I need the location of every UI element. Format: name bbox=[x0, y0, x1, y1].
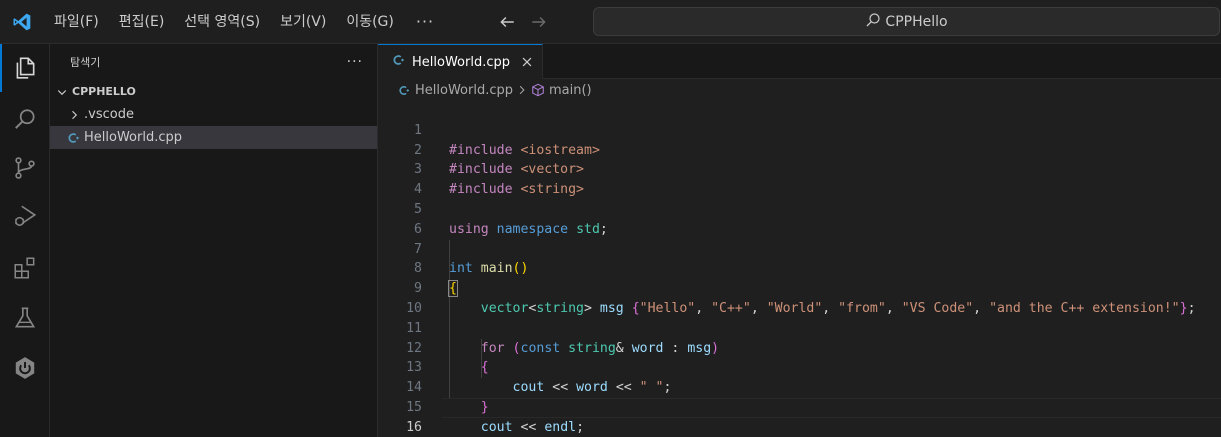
activity-bar bbox=[0, 44, 50, 437]
chevron-down-icon bbox=[54, 84, 70, 100]
cpp-file-icon bbox=[66, 130, 82, 146]
testing-icon[interactable] bbox=[0, 294, 50, 342]
title-bar: 파일(F) 편집(E) 선택 영역(S) 보기(V) 이동(G) ··· CPP… bbox=[0, 0, 1221, 44]
code-line: 8 { bbox=[378, 240, 1221, 298]
command-center-search[interactable]: CPPHello bbox=[593, 7, 1220, 36]
code-line: 6 bbox=[378, 200, 1221, 237]
search-icon[interactable] bbox=[0, 96, 50, 144]
code-line: 4 bbox=[378, 160, 1221, 197]
spring-boot-icon[interactable] bbox=[0, 344, 50, 392]
code-line: 2 #include <vector> bbox=[378, 121, 1221, 178]
explorer-more-button[interactable]: ··· bbox=[347, 54, 363, 70]
code-line: 3 #include <string> bbox=[378, 141, 1221, 197]
tab-helloworld-cpp[interactable]: HelloWorld.cpp bbox=[378, 44, 543, 79]
cpp-file-icon bbox=[398, 84, 411, 97]
tab-label: HelloWorld.cpp bbox=[412, 54, 510, 70]
code-line: 13 cout << word << " "; bbox=[378, 339, 1221, 395]
menu-bar: 파일(F) 편집(E) 선택 영역(S) 보기(V) 이동(G) ··· bbox=[44, 7, 446, 37]
code-line: 7 int main() bbox=[378, 220, 1221, 277]
code-line: 16 } bbox=[378, 398, 1221, 435]
breadcrumb-symbol[interactable]: main() bbox=[549, 83, 592, 98]
run-debug-icon[interactable] bbox=[0, 192, 50, 240]
search-icon bbox=[865, 12, 881, 32]
vscode-logo-icon bbox=[0, 0, 44, 44]
code-line: 17 bbox=[378, 418, 1221, 437]
code-line: 1 #include <iostream> bbox=[378, 101, 1221, 158]
method-cube-icon bbox=[531, 83, 545, 97]
tree-item-vscode-folder[interactable]: .vscode bbox=[50, 103, 377, 126]
chevron-right-icon bbox=[517, 85, 527, 95]
cpp-file-icon bbox=[392, 53, 406, 71]
breadcrumb: HelloWorld.cpp main() bbox=[378, 79, 1221, 101]
search-text: CPPHello bbox=[885, 13, 948, 30]
code-line: 5 using namespace std; bbox=[378, 180, 1221, 237]
tree-item-label: HelloWorld.cpp bbox=[84, 130, 182, 145]
chevron-right-icon bbox=[66, 107, 82, 123]
tree-item-helloworld-cpp[interactable]: HelloWorld.cpp bbox=[50, 126, 377, 149]
back-arrow-icon[interactable] bbox=[496, 11, 518, 33]
menu-selection[interactable]: 선택 영역(S) bbox=[174, 7, 270, 37]
code-line: 11 for (const string& word : msg) bbox=[378, 299, 1221, 356]
forward-arrow-icon[interactable] bbox=[528, 11, 550, 33]
breadcrumb-file[interactable]: HelloWorld.cpp bbox=[415, 83, 513, 98]
navigation-arrows bbox=[496, 11, 550, 33]
code-line: 9 vector<string> msg {"Hello", "C++", "W… bbox=[378, 259, 1221, 316]
tree-item-label: .vscode bbox=[84, 107, 134, 122]
code-line: 14 } bbox=[378, 358, 1221, 415]
explorer-sidebar: 탐색기 ··· CPPHELLO .vscode HelloWorld.cpp bbox=[50, 44, 378, 437]
menu-edit[interactable]: 편집(E) bbox=[109, 7, 175, 37]
code-line: 10 bbox=[378, 279, 1221, 316]
workspace-root[interactable]: CPPHELLO bbox=[50, 80, 377, 103]
source-control-icon[interactable] bbox=[0, 144, 50, 192]
menu-view[interactable]: 보기(V) bbox=[270, 7, 336, 37]
explorer-header: 탐색기 ··· bbox=[50, 44, 377, 79]
menu-file[interactable]: 파일(F) bbox=[44, 7, 109, 37]
explorer-icon[interactable] bbox=[0, 44, 50, 92]
editor-tabs: HelloWorld.cpp bbox=[378, 44, 1221, 79]
code-line: 12 { bbox=[378, 319, 1221, 376]
menu-go[interactable]: 이동(G) bbox=[336, 7, 404, 37]
explorer-title: 탐색기 bbox=[70, 55, 101, 69]
editor-area: HelloWorld.cpp HelloWorld.cpp main() 1 #… bbox=[378, 44, 1221, 437]
menu-more-button[interactable]: ··· bbox=[404, 7, 446, 37]
workspace-root-label: CPPHELLO bbox=[72, 85, 136, 98]
extensions-icon[interactable] bbox=[0, 244, 50, 292]
code-line: 15 cout << endl; bbox=[378, 378, 1221, 435]
close-icon[interactable] bbox=[520, 55, 534, 69]
